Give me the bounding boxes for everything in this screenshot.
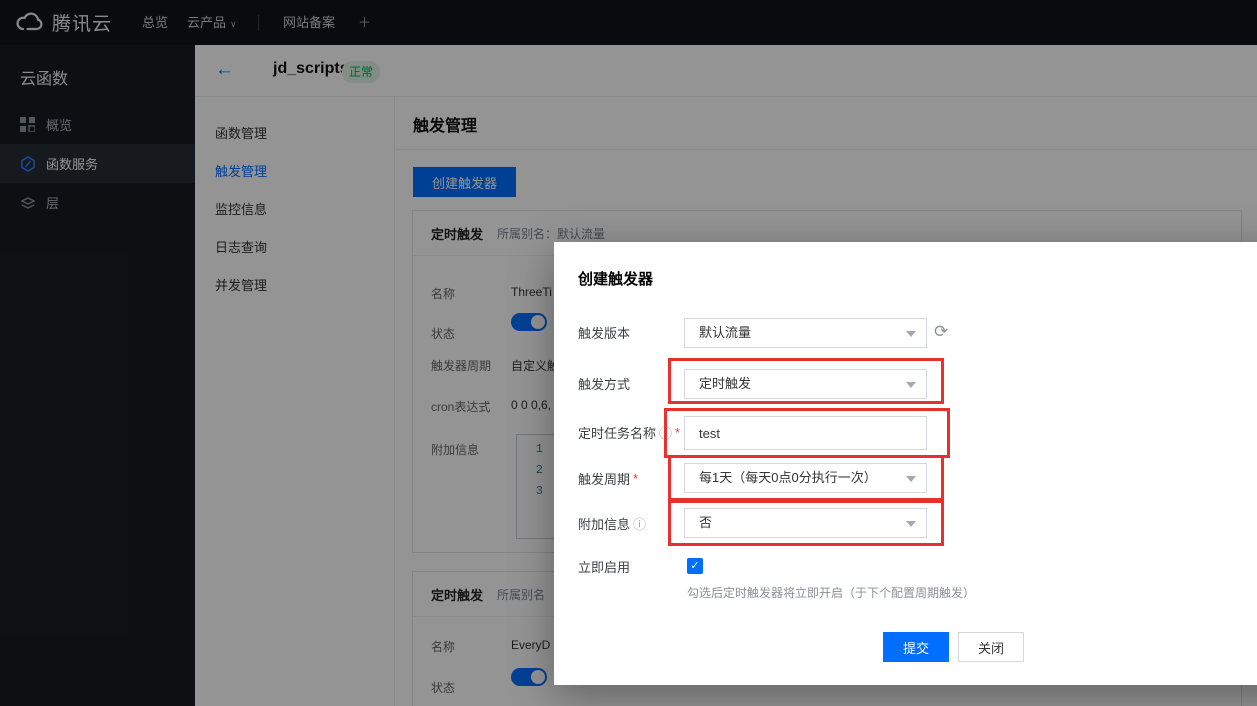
- chevron-down-icon: [906, 476, 916, 482]
- create-trigger-modal: 创建触发器 触发版本 默认流量 ⟳ 触发方式 定时触发 定时任务名称 ⓘ * 触…: [554, 242, 1257, 685]
- field-label-trigger-version: 触发版本: [578, 323, 630, 342]
- info-icon[interactable]: ⓘ: [633, 514, 646, 533]
- trigger-version-select[interactable]: 默认流量: [684, 318, 927, 348]
- required-mark: *: [633, 471, 638, 486]
- field-label-trigger-type: 触发方式: [578, 374, 630, 393]
- refresh-icon[interactable]: ⟳: [934, 322, 948, 342]
- trigger-cycle-select[interactable]: 每1天（每天0点0分执行一次）: [684, 463, 927, 493]
- enable-now-hint: 勾选后定时触发器将立即开启（于下个配置周期触发）: [687, 584, 975, 601]
- chevron-down-icon: [906, 521, 916, 527]
- field-label-extra-info: 附加信息 ⓘ: [578, 514, 646, 533]
- field-label-trigger-cycle: 触发周期 *: [578, 469, 638, 488]
- field-label-enable-now: 立即启用: [578, 557, 630, 576]
- extra-info-select[interactable]: 否: [684, 508, 927, 538]
- task-name-input[interactable]: [684, 416, 927, 450]
- field-label-task-name: 定时任务名称 ⓘ *: [578, 423, 680, 442]
- info-icon[interactable]: ⓘ: [659, 423, 672, 442]
- close-button[interactable]: 关闭: [958, 632, 1024, 662]
- submit-button[interactable]: 提交: [883, 632, 949, 662]
- modal-title: 创建触发器: [578, 268, 653, 289]
- chevron-down-icon: [906, 331, 916, 337]
- trigger-type-select[interactable]: 定时触发: [684, 369, 927, 399]
- enable-now-checkbox[interactable]: ✓: [687, 558, 703, 574]
- required-mark: *: [675, 425, 680, 440]
- chevron-down-icon: [906, 382, 916, 388]
